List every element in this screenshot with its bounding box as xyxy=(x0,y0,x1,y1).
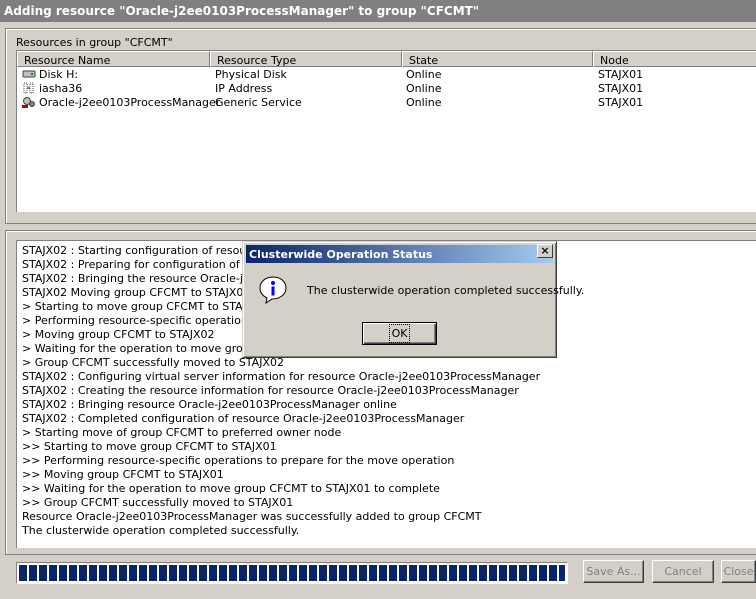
resource-row[interactable]: Disk H: Physical Disk Online STAJX01 xyxy=(17,67,756,81)
close-button[interactable]: Close xyxy=(721,560,756,583)
log-line: STAJX02 : Preparing for configuration of… xyxy=(22,258,274,271)
log-line: STAJX02 : Bringing the resource Oracle-j… xyxy=(22,272,278,285)
log-line: >> Moving group CFCMT to STAJX01 xyxy=(22,468,224,481)
resource-type: Generic Service xyxy=(215,96,302,109)
column-header-resource-name[interactable]: Resource Name xyxy=(17,51,210,67)
resource-node: STAJX01 xyxy=(598,96,644,109)
ip-address-icon xyxy=(23,82,34,94)
resource-row[interactable]: iasha36 IP Address Online STAJX01 xyxy=(17,81,756,95)
resource-state: Online xyxy=(406,96,442,109)
log-line: > Starting move of group CFCMT to prefer… xyxy=(22,426,342,439)
ok-button-label: OK xyxy=(388,324,411,343)
log-line: >> Performing resource-specific operatio… xyxy=(22,454,455,467)
resource-state: Online xyxy=(406,68,442,81)
dialog-title: Clusterwide Operation Status xyxy=(246,245,553,263)
resource-state: Online xyxy=(406,82,442,95)
log-line: >> Waiting for the operation to move gro… xyxy=(22,482,440,495)
resource-node: STAJX01 xyxy=(598,68,644,81)
column-header-state[interactable]: State xyxy=(402,51,593,67)
generic-service-icon xyxy=(22,97,35,108)
dialog-title-text: Clusterwide Operation Status xyxy=(249,248,433,261)
dialog-message: The clusterwide operation completed succ… xyxy=(307,284,585,297)
log-line: STAJX02 : Creating the resource informat… xyxy=(22,384,519,397)
resources-list[interactable]: Resource Name Resource Type State Node D… xyxy=(16,50,756,212)
resource-name: iasha36 xyxy=(39,82,83,95)
resources-list-header: Resource Name Resource Type State Node xyxy=(17,51,756,67)
progress-bar xyxy=(16,562,568,584)
resource-row[interactable]: Oracle-j2ee0103ProcessManager Generic Se… xyxy=(17,95,756,109)
resource-name: Disk H: xyxy=(39,68,79,81)
disk-icon xyxy=(22,70,36,78)
log-line: >> Group CFCMT successfully moved to STA… xyxy=(22,496,294,509)
information-icon xyxy=(259,276,287,305)
log-line: STAJX02 : Starting configuration of reso… xyxy=(22,244,276,257)
resource-node: STAJX01 xyxy=(598,82,644,95)
window-title: Adding resource "Oracle-j2ee0103ProcessM… xyxy=(0,0,756,22)
resource-type: IP Address xyxy=(215,82,273,95)
progress-bar-fill xyxy=(19,565,565,581)
resource-type: Physical Disk xyxy=(215,68,287,81)
ok-button[interactable]: OK xyxy=(362,322,437,345)
log-line: STAJX02 Moving group CFCMT to STAJX02 xyxy=(22,286,251,299)
log-line: > Starting to move group CFCMT to STAJX0… xyxy=(22,300,268,313)
log-line: STAJX02 : Bringing resource Oracle-j2ee0… xyxy=(22,398,397,411)
save-as-button[interactable]: Save As... xyxy=(583,560,644,583)
column-header-resource-type[interactable]: Resource Type xyxy=(210,51,402,67)
log-line: STAJX02 : Configuring virtual server inf… xyxy=(22,370,541,383)
cancel-button[interactable]: Cancel xyxy=(652,560,714,583)
log-line: Resource Oracle-j2ee0103ProcessManager w… xyxy=(22,510,482,523)
status-dialog: Clusterwide Operation Status × The clust… xyxy=(242,241,584,358)
resources-group-label: Resources in group "CFCMT" xyxy=(16,36,173,49)
log-line: >> Starting to move group CFCMT to STAJX… xyxy=(22,440,277,453)
log-line: The clusterwide operation completed succ… xyxy=(22,524,300,537)
log-line: > Group CFCMT successfully moved to STAJ… xyxy=(22,356,284,369)
log-line: STAJX02 : Completed configuration of res… xyxy=(22,412,465,425)
dialog-close-icon[interactable]: × xyxy=(537,244,553,258)
resource-name: Oracle-j2ee0103ProcessManager xyxy=(39,96,221,109)
log-line: > Moving group CFCMT to STAJX02 xyxy=(22,328,215,341)
column-header-node[interactable]: Node xyxy=(593,51,756,67)
